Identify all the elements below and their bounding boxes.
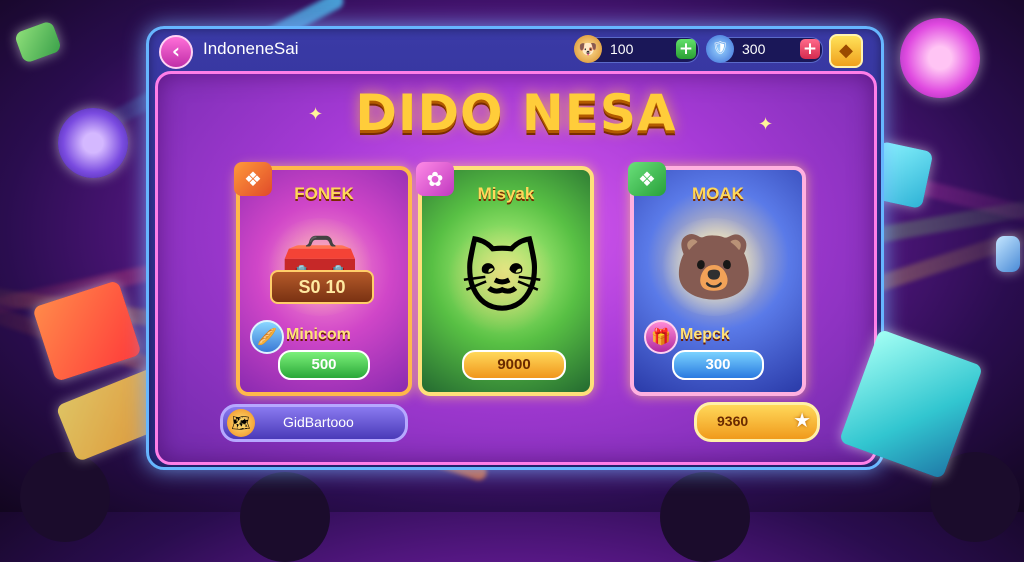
dog-coin-icon: 🐶 bbox=[574, 35, 602, 63]
shop-panel: DIDO NESA ✦ ✦ ❖ FONEK 🧰 S0 10 🥖 Minicom … bbox=[155, 71, 877, 465]
chest-label: S0 10 bbox=[270, 270, 374, 304]
card-reward: 🎁 Mepck bbox=[644, 320, 796, 354]
shop-window: ‹ IndonenеSai 🐶 100 + 🛡 300 + ◆ DIDO NES… bbox=[146, 26, 884, 470]
gift-icon: 🎁 bbox=[644, 320, 678, 354]
map-button-label: GidBartooo bbox=[283, 414, 354, 430]
offer-card-misyak[interactable]: ✿ Misyak 🐱 9000 bbox=[416, 162, 594, 396]
card-title: Misyak bbox=[477, 184, 535, 203]
map-icon: 🗺 bbox=[227, 409, 255, 437]
offer-card-moak[interactable]: ❖ MOAK 🐻 🎁 Mepck 300 bbox=[628, 162, 806, 396]
top-bar: ‹ IndonenеSai 🐶 100 + 🛡 300 + ◆ bbox=[149, 29, 881, 69]
bread-icon: 🥖 bbox=[250, 320, 284, 354]
bonus-button[interactable]: ◆ bbox=[829, 34, 863, 68]
total-button[interactable]: 9360 ★ bbox=[694, 402, 820, 442]
app-title: IndonenеSai bbox=[203, 39, 299, 58]
back-arrow-icon: ‹ bbox=[171, 39, 181, 63]
currency-coins: 🐶 100 + bbox=[574, 35, 699, 63]
offer-card-fonek[interactable]: ❖ FONEK 🧰 S0 10 🥖 Minicom 500 bbox=[234, 162, 412, 396]
shield-count: 300 bbox=[742, 41, 766, 57]
card-title: FONEK bbox=[294, 184, 354, 203]
crowd-silhouette bbox=[20, 452, 110, 542]
add-shields-button[interactable]: + bbox=[800, 39, 820, 59]
total-value: 9360 bbox=[717, 413, 749, 429]
crowd-silhouette bbox=[240, 472, 330, 562]
buy-button[interactable]: 9000 bbox=[462, 350, 566, 380]
bear-character-icon: 🐻 bbox=[658, 218, 770, 316]
buy-button[interactable]: 300 bbox=[672, 350, 764, 380]
sparkle-icon: ✦ bbox=[308, 104, 324, 125]
back-button[interactable]: ‹ bbox=[159, 35, 193, 69]
crowd-silhouette bbox=[660, 472, 750, 562]
floating-orb-pink bbox=[900, 18, 980, 98]
cat-character-icon: 🐱 bbox=[446, 224, 558, 334]
diamond-icon: ◆ bbox=[839, 40, 853, 61]
shield-icon: 🛡 bbox=[706, 35, 734, 63]
sparkle-icon: ✦ bbox=[758, 114, 774, 135]
add-coins-button[interactable]: + bbox=[676, 39, 696, 59]
map-button[interactable]: 🗺 GidBartooo bbox=[220, 404, 408, 442]
buy-button[interactable]: 500 bbox=[278, 350, 370, 380]
card-reward: 🥖 Minicom bbox=[250, 320, 402, 354]
reward-label: Mepck bbox=[680, 326, 730, 343]
floating-coin-purple bbox=[58, 108, 128, 178]
star-icon: ★ bbox=[793, 408, 811, 432]
card-title: MOAK bbox=[692, 184, 744, 203]
currency-shields: 🛡 300 + bbox=[706, 35, 823, 63]
coin-count: 100 bbox=[610, 41, 634, 57]
floating-gem-blue bbox=[996, 236, 1020, 272]
reward-label: Minicom bbox=[286, 326, 351, 343]
